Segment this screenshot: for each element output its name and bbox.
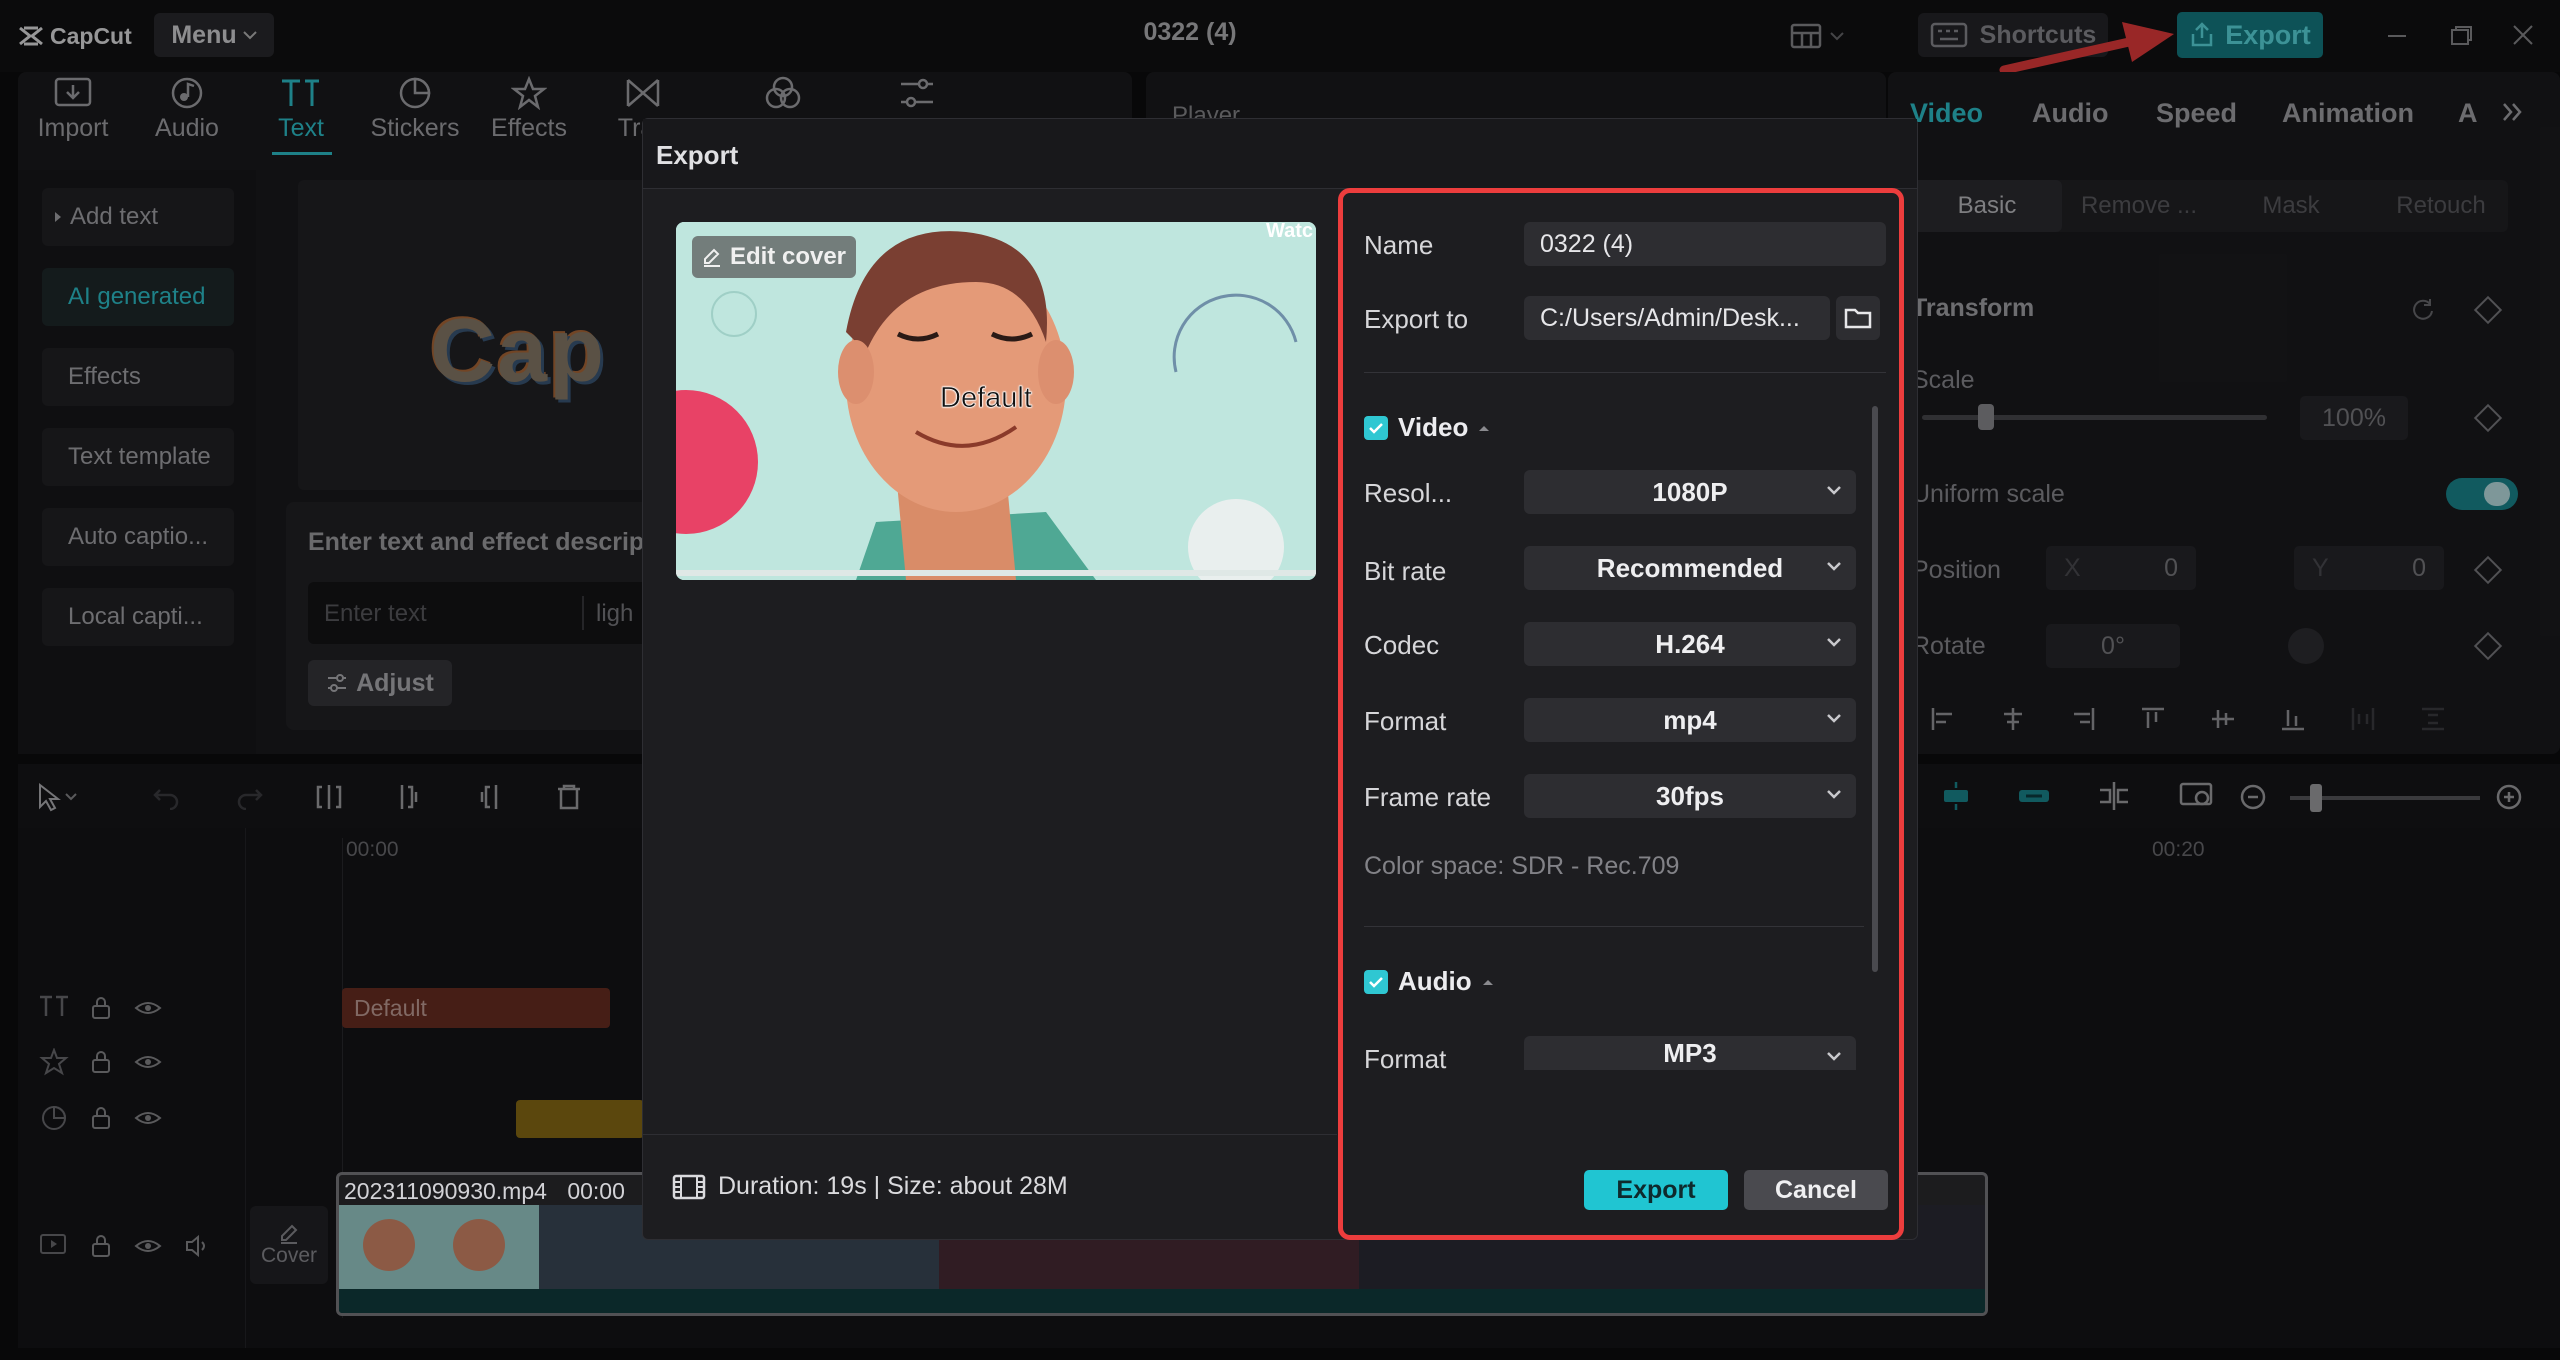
cover-watermark: Watc (1266, 220, 1314, 242)
pencil-icon (702, 247, 722, 267)
video-clip-name: 202311090930.mp4 (344, 1178, 547, 1204)
divider (643, 1134, 1337, 1135)
cover-caption: Default (940, 382, 1032, 415)
film-icon (672, 1173, 706, 1201)
export-dialog-title: Export (656, 140, 739, 170)
video-clip-label: 202311090930.mp4 00:00 (344, 1178, 625, 1205)
edit-cover-button[interactable]: Edit cover (692, 236, 856, 278)
highlight-annotation-box (1338, 188, 1904, 1240)
export-dialog-header (643, 119, 1917, 189)
video-clip-time: 00:00 (567, 1178, 625, 1204)
duration-text: Duration: 19s | Size: about 28M (718, 1172, 1068, 1200)
duration-size-info: Duration: 19s | Size: about 28M (672, 1172, 1068, 1201)
edit-cover-label: Edit cover (729, 243, 847, 270)
